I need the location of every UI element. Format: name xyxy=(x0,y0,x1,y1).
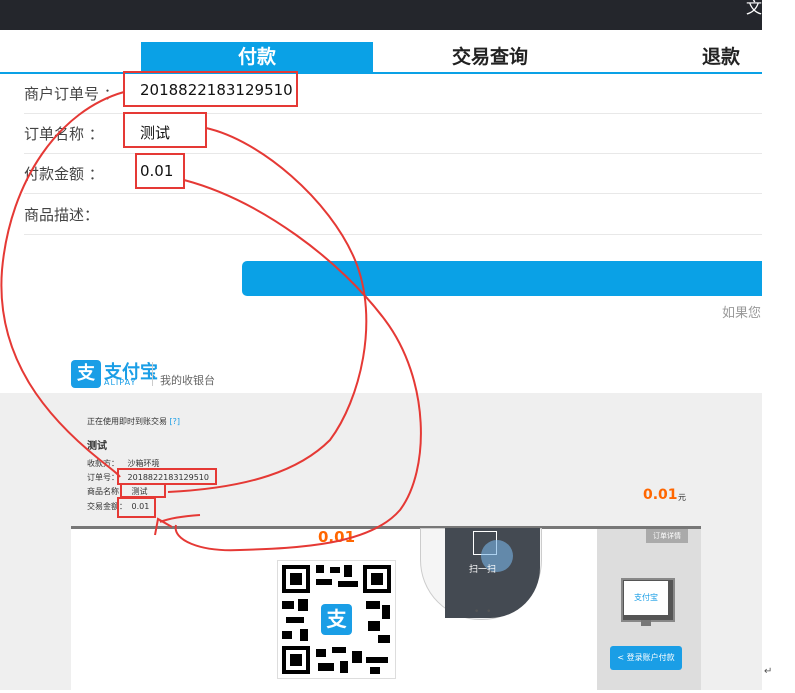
qr-code[interactable]: 支 xyxy=(277,560,396,679)
cashier-order-no-row: 订单号： 2018822183129510 xyxy=(87,472,209,483)
tab-bar: 付款 交易查询 退款 xyxy=(0,42,762,74)
cashier-order-title: 测试 xyxy=(87,441,107,452)
order-name-row: 订单名称 ： 测试 xyxy=(24,113,762,154)
order-no-label: 商户订单号 ： xyxy=(24,85,119,103)
alipay-logo-icon: 支 xyxy=(71,360,101,388)
submit-button[interactable] xyxy=(242,261,762,296)
tab-pay[interactable]: 付款 xyxy=(141,42,373,72)
tab-refund[interactable]: 退款 xyxy=(680,42,762,72)
cashier-order-no-value: 2018822183129510 xyxy=(127,473,209,482)
notice: 正在使用即时到账交易 [?] xyxy=(87,416,180,427)
desc-row: 商品描述： xyxy=(24,194,762,235)
order-name-label: 订单名称 ： xyxy=(24,125,104,143)
amount-row: 付款金额 ： 0.01 xyxy=(24,153,762,194)
amount-input[interactable]: 0.01 xyxy=(140,162,173,180)
total-amount: 0.01 xyxy=(643,487,678,503)
qr-code-graphic: 支 xyxy=(282,565,391,674)
alipay-logo-sub: ALIPAY xyxy=(104,378,137,387)
monitor-alipay-logo: 支付宝 xyxy=(624,581,668,615)
tab-query[interactable]: 交易查询 xyxy=(420,42,560,72)
order-no-row: 商户订单号 ： 2018822183129510 xyxy=(24,73,762,114)
close-icon[interactable]: 文 xyxy=(746,0,762,18)
trade-amount-label: 交易金额： xyxy=(87,502,127,511)
currency-unit: 元 xyxy=(678,493,686,502)
trade-amount-value: 0.01 xyxy=(131,502,150,511)
cashier-title: 我的收银台 xyxy=(160,374,215,387)
hint-text: 如果您 xyxy=(722,306,762,321)
payee-value: 沙箱环境 xyxy=(127,459,160,468)
login-account-pay-button[interactable]: < 登录账户付款 xyxy=(610,646,682,670)
svg-text:支: 支 xyxy=(327,607,348,631)
desc-label: 商品描述： xyxy=(24,206,100,224)
scan-text: 扫一扫 xyxy=(469,565,497,575)
window-top-bar: 文 xyxy=(0,0,762,30)
carousel-dots[interactable]: • • xyxy=(474,607,493,617)
order-detail-button[interactable]: 订单详情 xyxy=(646,529,688,543)
monitor-stand-icon xyxy=(641,620,651,626)
payee-label: 收款方： xyxy=(87,459,119,468)
trade-amount-row: 交易金额： 0.01 xyxy=(87,501,149,512)
payee-row: 收款方： 沙箱环境 xyxy=(87,458,160,469)
notice-text: 正在使用即时到账交易 xyxy=(87,417,167,426)
amount-label: 付款金额 ： xyxy=(24,165,104,183)
product-name-row: 商品名称： 测试 xyxy=(87,486,148,497)
order-name-input[interactable]: 测试 xyxy=(140,122,170,143)
paragraph-mark: ↵ xyxy=(764,666,773,677)
cashier-order-no-label: 订单号： xyxy=(87,473,119,482)
logo-divider xyxy=(152,362,153,386)
product-name-label: 商品名称： xyxy=(87,487,127,496)
order-no-input[interactable]: 2018822183129510 xyxy=(140,81,293,99)
product-name-value: 测试 xyxy=(131,487,148,496)
notice-help-link[interactable]: [?] xyxy=(170,417,181,426)
qr-amount: 0.01 xyxy=(318,528,356,546)
